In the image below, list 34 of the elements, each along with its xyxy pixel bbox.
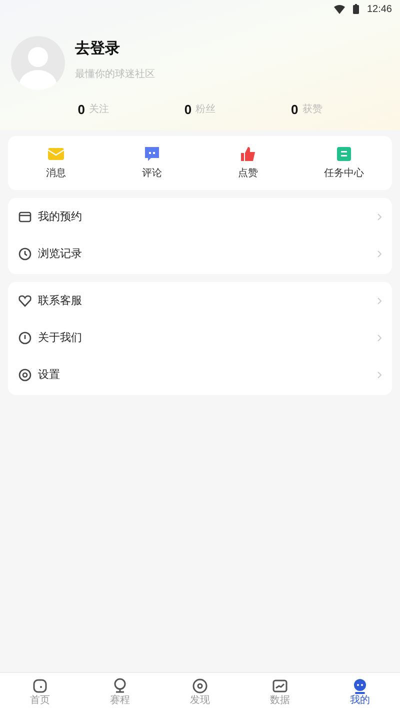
stat-label: 获赞 <box>302 102 322 118</box>
home-icon <box>32 678 48 694</box>
settings-icon <box>18 368 32 382</box>
stat-label: 关注 <box>88 102 109 118</box>
info-icon <box>18 331 32 345</box>
chevron-right-icon <box>377 213 382 221</box>
shortcut-button[interactable]: 任务中心 <box>320 144 368 180</box>
shortcut-button[interactable]: 评论 <box>138 144 166 180</box>
profile-subtitle: 最懂你的球迷社区 <box>75 68 155 82</box>
chevron-right-icon <box>377 334 382 342</box>
heart-icon <box>18 294 32 308</box>
wifi-icon <box>334 4 345 14</box>
tab-bar-item[interactable]: 我的 <box>320 673 400 710</box>
chevron-right-icon <box>377 250 382 258</box>
calendar-icon <box>18 210 32 224</box>
login-link[interactable]: 去登录 <box>75 38 155 61</box>
chevron-right-icon <box>377 297 382 305</box>
status-time: 12:46 <box>366 2 392 16</box>
chevron-right-icon <box>377 371 382 379</box>
stat-value: 0 <box>291 101 298 119</box>
menu-item[interactable]: 关于我们 <box>8 320 392 356</box>
shortcut-button[interactable]: 点赞 <box>234 144 262 180</box>
menu-item[interactable]: 联系客服 <box>8 282 392 320</box>
menu-item[interactable]: 我的预约 <box>8 198 392 236</box>
chart-icon <box>272 678 288 694</box>
menu-item[interactable]: 设置 <box>8 356 392 394</box>
stat-label: 粉丝 <box>196 102 216 118</box>
shortcut-button[interactable]: 消息 <box>42 144 70 180</box>
stat-value: 0 <box>78 101 85 119</box>
menu-item[interactable]: 浏览记录 <box>8 236 392 272</box>
robot-icon <box>352 678 368 694</box>
clock-icon <box>18 247 32 261</box>
battery-icon <box>352 4 359 14</box>
stat-value: 0 <box>184 101 192 119</box>
